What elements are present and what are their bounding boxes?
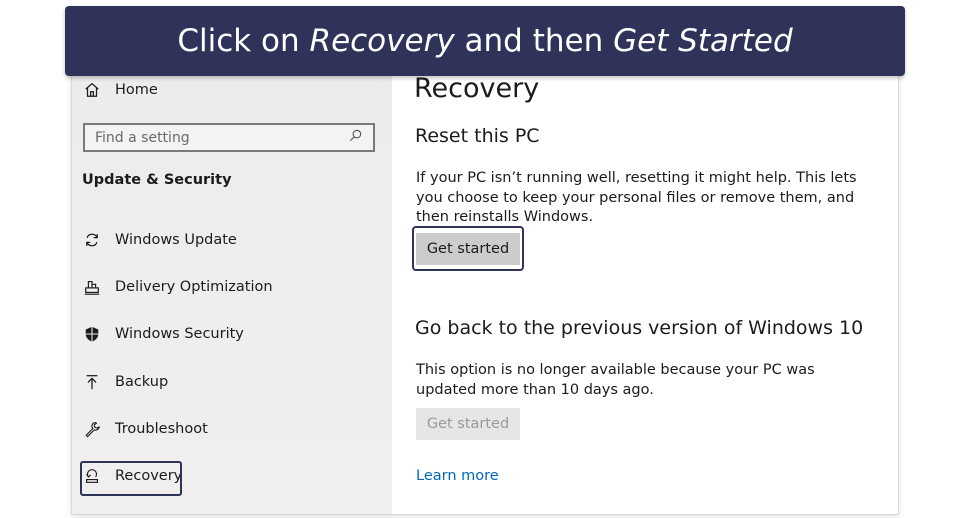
banner-text-get-started: Get Started xyxy=(613,23,793,59)
sidebar-item-troubleshoot[interactable]: Troubleshoot xyxy=(82,412,208,446)
reset-get-started-button[interactable]: Get started xyxy=(416,233,520,265)
sidebar-item-home[interactable]: Home xyxy=(82,73,158,107)
sidebar-item-label: Troubleshoot xyxy=(115,421,208,437)
sidebar-item-label: Delivery Optimization xyxy=(115,279,273,295)
sidebar-item-backup[interactable]: Backup xyxy=(82,365,168,399)
search-input[interactable] xyxy=(95,129,348,146)
settings-content: Recovery Reset this PC If your PC isn’t … xyxy=(392,68,898,514)
backup-arrow-icon xyxy=(82,372,102,392)
banner-text-recovery: Recovery xyxy=(309,23,455,59)
recovery-highlight-box xyxy=(80,461,182,496)
wrench-icon xyxy=(82,419,102,439)
learn-more-link[interactable]: Learn more xyxy=(416,468,499,484)
refresh-icon xyxy=(82,230,102,250)
search-box[interactable] xyxy=(83,123,375,152)
banner-text-1: Click on xyxy=(177,23,310,59)
go-back-description: This option is no longer available becau… xyxy=(416,362,815,398)
sidebar-item-label: Windows Security xyxy=(115,326,244,342)
sidebar-item-label: Backup xyxy=(115,374,169,390)
go-back-get-started-button[interactable]: Get started xyxy=(416,408,520,440)
sidebar-item-windows-update[interactable]: Windows Update xyxy=(82,223,237,257)
banner-text-2: and then xyxy=(454,23,614,59)
sidebar-item-windows-security[interactable]: Windows Security xyxy=(82,317,244,351)
go-back-heading: Go back to the previous version of Windo… xyxy=(415,317,864,339)
home-icon xyxy=(82,80,102,100)
instruction-banner: Click on Recovery and then Get Started xyxy=(65,6,905,76)
shield-icon xyxy=(82,324,102,344)
search-icon[interactable] xyxy=(348,128,363,147)
page-title: Recovery xyxy=(414,73,540,104)
sidebar-item-label: Windows Update xyxy=(115,232,237,248)
sidebar-item-label: Home xyxy=(115,82,158,98)
settings-window: Home Update & Security Windows Update De… xyxy=(72,68,898,514)
reset-heading: Reset this PC xyxy=(415,125,540,147)
settings-sidebar: Home Update & Security Windows Update De… xyxy=(72,68,392,514)
section-title: Update & Security xyxy=(82,172,232,188)
delivery-optimization-icon xyxy=(82,277,102,297)
reset-description: If your PC isn’t running well, resetting… xyxy=(416,170,857,225)
sidebar-item-delivery-optimization[interactable]: Delivery Optimization xyxy=(82,270,273,304)
